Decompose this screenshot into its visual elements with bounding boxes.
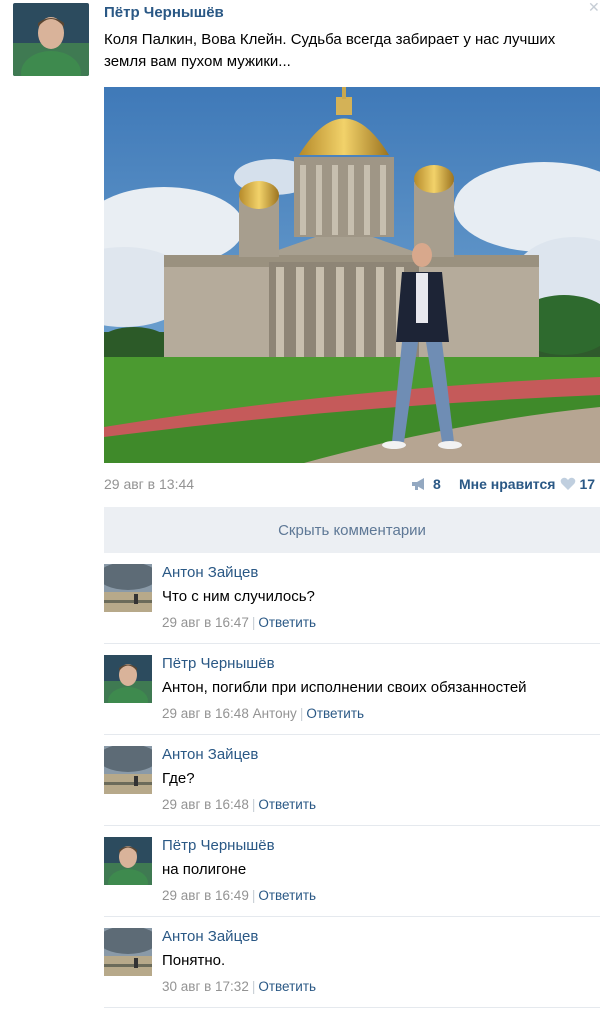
comment-date[interactable]: 30 авг в 17:32 bbox=[162, 979, 249, 994]
comment-author[interactable]: Антон Зайцев bbox=[162, 564, 258, 581]
like-count: 17 bbox=[579, 476, 596, 492]
post-date[interactable]: 29 авг в 13:44 bbox=[104, 476, 194, 492]
comment-reply-to[interactable]: Антону bbox=[253, 706, 297, 721]
post-author-name[interactable]: Пётр Чернышёв bbox=[104, 4, 224, 21]
reply-button[interactable]: Ответить bbox=[258, 979, 316, 994]
comment-meta: 30 авг в 17:32 | Ответить bbox=[162, 979, 317, 994]
like-label: Мне нравится bbox=[459, 476, 556, 492]
hide-comments-button[interactable]: Скрыть комментарии bbox=[104, 507, 600, 553]
comment-author[interactable]: Антон Зайцев bbox=[162, 746, 258, 763]
comment-meta: 29 авг в 16:48 Антону | Ответить bbox=[162, 706, 365, 721]
comment-text: Где? bbox=[162, 770, 195, 787]
comment-item: Антон Зайцев Понятно. 30 авг в 17:32 | Отв… bbox=[104, 917, 600, 1008]
post-text: Коля Палкин, Вова Клейн. Судьба всегда з… bbox=[104, 31, 556, 70]
comment-item: Пётр Чернышёв Антон, погибли при исполне… bbox=[104, 644, 600, 735]
post-photo[interactable] bbox=[104, 87, 600, 463]
comment-avatar[interactable] bbox=[104, 655, 152, 703]
comment-text: Понятно. bbox=[162, 952, 226, 969]
comment-date[interactable]: 29 авг в 16:48 bbox=[162, 797, 249, 812]
comment-date[interactable]: 29 авг в 16:49 bbox=[162, 888, 249, 903]
comment-meta: 29 авг в 16:49 | Ответить bbox=[162, 888, 317, 903]
comment-text: Что с ним случилось? bbox=[162, 588, 315, 605]
reply-button[interactable]: Ответить bbox=[258, 615, 316, 630]
like-button[interactable]: Мне нравится 17 bbox=[459, 476, 595, 492]
comment-item: Антон Зайцев Что с ним случилось? 29 авг… bbox=[104, 553, 600, 644]
comment-meta: 29 авг в 16:48 | Ответить bbox=[162, 797, 317, 812]
comment-date[interactable]: 29 авг в 16:47 bbox=[162, 615, 249, 630]
close-icon[interactable]: ✕ bbox=[588, 0, 600, 14]
divider bbox=[104, 1007, 600, 1008]
comment-text: на полигоне bbox=[162, 861, 247, 878]
comment-author[interactable]: Пётр Чернышёв bbox=[162, 655, 275, 672]
reply-button[interactable]: Ответить bbox=[258, 797, 316, 812]
reply-button[interactable]: Ответить bbox=[258, 888, 316, 903]
megaphone-icon bbox=[412, 478, 424, 490]
comment-text: Антон, погибли при исполнении своих обяз… bbox=[162, 679, 527, 696]
comment-date[interactable]: 29 авг в 16:48 bbox=[162, 706, 249, 721]
reply-button[interactable]: Ответить bbox=[306, 706, 364, 721]
heart-icon bbox=[561, 477, 576, 490]
comment-avatar[interactable] bbox=[104, 928, 152, 976]
post-author-avatar[interactable] bbox=[13, 3, 89, 76]
share-count: 8 bbox=[433, 476, 441, 492]
share-button[interactable]: 8 bbox=[411, 476, 441, 492]
comment-item: Антон Зайцев Где? 29 авг в 16:48 | Ответит… bbox=[104, 735, 600, 826]
comment-avatar[interactable] bbox=[104, 837, 152, 885]
comment-avatar[interactable] bbox=[104, 564, 152, 612]
comment-author[interactable]: Пётр Чернышёв bbox=[162, 837, 275, 854]
comment-item: Пётр Чернышёв на полигоне 29 авг в 16:49… bbox=[104, 826, 600, 917]
comment-avatar[interactable] bbox=[104, 746, 152, 794]
comment-author[interactable]: Антон Зайцев bbox=[162, 928, 258, 945]
comment-meta: 29 авг в 16:47 | Ответить bbox=[162, 615, 317, 630]
